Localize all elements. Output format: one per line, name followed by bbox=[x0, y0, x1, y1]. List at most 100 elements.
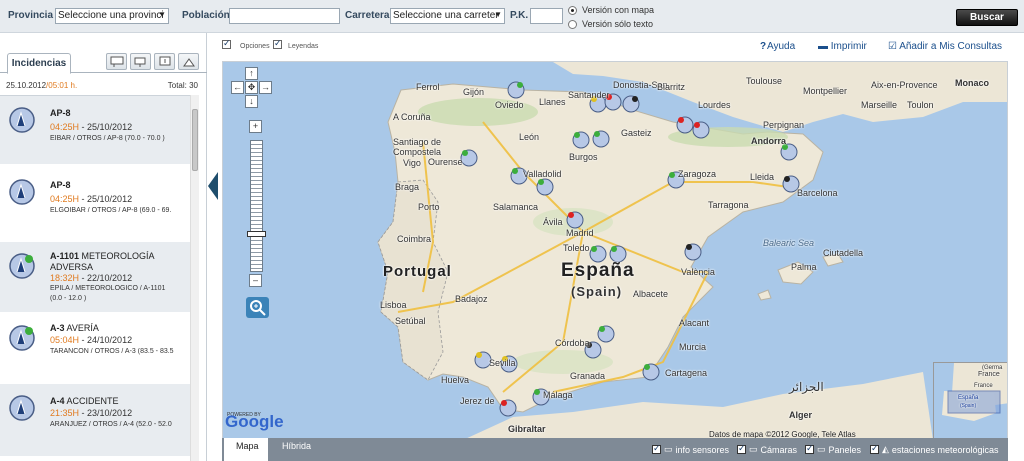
incident-time: 21:35H bbox=[50, 408, 80, 418]
map-land bbox=[377, 62, 1007, 438]
sea-label: Balearic Sea bbox=[763, 238, 815, 248]
weather-station-icon bbox=[182, 57, 195, 66]
city-label: Santander bbox=[568, 90, 610, 100]
country-label-spain: España bbox=[561, 260, 635, 281]
city-label: Jerez de bbox=[460, 396, 495, 406]
city-label: Barcelona bbox=[797, 188, 838, 198]
incident-location-range: (0.0 - 12.0 ) bbox=[50, 295, 87, 302]
city-label: Murcia bbox=[679, 342, 707, 352]
city-label: Huelva bbox=[441, 375, 470, 385]
city-label: Gibraltar bbox=[508, 424, 546, 434]
city-label: Burgos bbox=[569, 152, 598, 162]
layer-paneles-label: Paneles bbox=[828, 444, 862, 455]
city-label: Badajoz bbox=[455, 294, 488, 304]
provincia-select-value: Seleccione una provinci bbox=[58, 10, 164, 21]
pk-input[interactable] bbox=[530, 8, 563, 24]
layer-camaras-checkbox[interactable] bbox=[737, 443, 746, 454]
leyendas-checkbox[interactable] bbox=[273, 38, 282, 49]
city-label: Lourdes bbox=[698, 100, 731, 110]
incident-location: EIBAR / OTROS / AP-8 (70.0 - 70.0 ) bbox=[50, 135, 165, 142]
city-label: Palma bbox=[791, 262, 817, 272]
layer-camaras[interactable]: ▭Cámaras bbox=[737, 443, 798, 455]
incident-item[interactable]: AP-8 04:25H - 25/10/2012 ELGOIBAR / OTRO… bbox=[0, 168, 190, 236]
printer-icon: ▬ bbox=[818, 41, 828, 52]
incident-road: AP-8 bbox=[50, 180, 71, 190]
anadir-link[interactable]: ☑ Añadir a Mis Consultas bbox=[888, 41, 1002, 52]
map-toolbar: Opciones Leyendas ? Ayuda ▬ Imprimir ☑ A… bbox=[220, 38, 1020, 58]
tab-camaras[interactable] bbox=[130, 53, 151, 70]
city-label: Ávila bbox=[543, 217, 563, 227]
traffic-map[interactable]: Ferrol Gijón Oviedo Llanes Santander Don… bbox=[222, 61, 1008, 439]
city-label: Zaragoza bbox=[678, 169, 717, 179]
imprimir-link[interactable]: ▬ Imprimir bbox=[818, 41, 867, 52]
camera-icon: ▭ bbox=[749, 444, 758, 454]
poblacion-label: Población bbox=[182, 10, 230, 21]
carretera-select[interactable]: Seleccione una carreter ▼ bbox=[390, 8, 505, 24]
layer-paneles[interactable]: ▭Paneles bbox=[805, 443, 862, 455]
layer-meteo-label: estaciones meteorológicas bbox=[891, 444, 999, 455]
incident-time: 04:25H bbox=[50, 194, 80, 204]
pan-right-button[interactable]: → bbox=[259, 81, 272, 94]
zoom-out-button[interactable]: – bbox=[249, 274, 262, 287]
list-scrollbar[interactable] bbox=[190, 95, 199, 461]
city-label: Andorra bbox=[751, 136, 787, 146]
radio-mapa[interactable] bbox=[568, 5, 577, 15]
poblacion-input[interactable] bbox=[229, 8, 340, 24]
layer-meteo-checkbox[interactable] bbox=[870, 443, 879, 454]
version-mapa-option[interactable]: Versión con mapa bbox=[568, 5, 654, 15]
tab-incidencias[interactable]: Incidencias bbox=[7, 53, 71, 74]
ayuda-link[interactable]: ? Ayuda bbox=[760, 41, 795, 52]
incident-road: A-1101 bbox=[50, 251, 80, 261]
zoom-slider-track[interactable] bbox=[250, 140, 263, 272]
pan-left-button[interactable]: ← bbox=[231, 81, 244, 94]
city-label: València bbox=[681, 267, 715, 277]
incident-item[interactable]: AP-8 04:25H - 25/10/2012 EIBAR / OTROS /… bbox=[0, 96, 190, 164]
pan-down-button[interactable]: ↓ bbox=[245, 95, 258, 108]
city-label: Vigo bbox=[403, 158, 421, 168]
tab-sensores[interactable] bbox=[106, 53, 127, 70]
scroll-thumb[interactable] bbox=[192, 109, 198, 171]
provincia-select[interactable]: Seleccione una provinci ▼ bbox=[55, 8, 169, 24]
weather-station-icon: ◭ bbox=[882, 444, 889, 454]
zoom-slider-thumb[interactable] bbox=[247, 231, 266, 237]
radio-texto[interactable] bbox=[568, 19, 577, 29]
city-label: Ferrol bbox=[416, 82, 440, 92]
layer-sensores[interactable]: ▭info sensores bbox=[652, 443, 729, 455]
collapse-panel-arrow[interactable] bbox=[208, 172, 218, 200]
layer-sensores-checkbox[interactable] bbox=[652, 443, 661, 454]
pk-label: P.K. bbox=[510, 10, 529, 21]
opciones-checkbox[interactable] bbox=[222, 38, 231, 49]
incident-item[interactable]: A-3 AVERÍA 05:04H - 24/10/2012 TARANCON … bbox=[0, 314, 190, 382]
layer-meteo[interactable]: ◭estaciones meteorológicas bbox=[870, 443, 999, 455]
overview-map[interactable]: France (Germa France España (Spain) bbox=[933, 362, 1007, 438]
pan-center-button[interactable]: ✥ bbox=[245, 81, 258, 94]
incident-timestamp: 18:32H - 22/10/2012 bbox=[50, 273, 132, 283]
pan-up-button[interactable]: ↑ bbox=[245, 67, 258, 80]
carretera-select-value: Seleccione una carreter bbox=[393, 10, 499, 21]
incident-item[interactable]: A-1101 METEOROLOGÍA ADVERSA 18:32H - 22/… bbox=[0, 242, 190, 312]
zoom-in-button[interactable]: + bbox=[249, 120, 262, 133]
leyendas-label: Leyendas bbox=[288, 43, 319, 50]
panel-tabs: Incidencias bbox=[0, 49, 207, 74]
tab-meteo[interactable] bbox=[178, 53, 199, 70]
incident-road-icon bbox=[9, 179, 35, 205]
incident-time: 05:04H bbox=[50, 335, 80, 345]
tab-mapa[interactable]: Mapa bbox=[224, 438, 268, 461]
city-label: Albacete bbox=[633, 289, 669, 299]
tab-paneles[interactable] bbox=[154, 53, 175, 70]
layer-camaras-label: Cámaras bbox=[760, 444, 798, 455]
magnify-icon[interactable] bbox=[246, 297, 269, 318]
buscar-button[interactable]: Buscar bbox=[956, 9, 1018, 26]
city-label: Montpellier bbox=[803, 86, 848, 96]
map-nav-control: ↑ ← ✥ → ↓ + – bbox=[231, 67, 272, 318]
version-texto-option[interactable]: Versión sólo texto bbox=[568, 19, 653, 29]
tab-hibrida[interactable]: Híbrida bbox=[270, 438, 314, 461]
city-label: Porto bbox=[418, 202, 440, 212]
city-label: Llanes bbox=[539, 97, 566, 107]
incident-type: ACCIDENTE bbox=[64, 396, 119, 406]
layer-paneles-checkbox[interactable] bbox=[805, 443, 814, 454]
google-text: Google bbox=[225, 412, 284, 431]
carretera-label: Carretera bbox=[345, 10, 390, 21]
incident-item[interactable]: A-4 ACCIDENTE 21:35H - 23/10/2012 ARANJU… bbox=[0, 384, 190, 456]
incidents-panel: Incidencias 25.10.2012/05:01 h. Total: 3… bbox=[0, 33, 207, 461]
